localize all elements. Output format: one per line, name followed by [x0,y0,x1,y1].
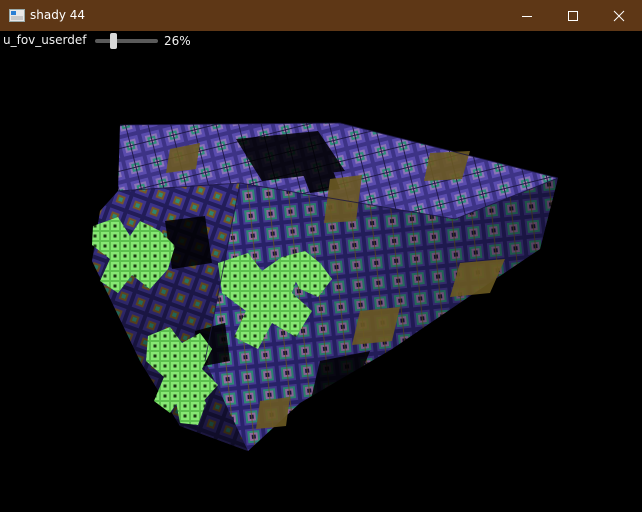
minimize-icon [522,15,532,17]
close-icon [613,10,625,21]
app-window: shady 44 u_fov_userdef 26% [0,0,642,512]
title-bar[interactable]: shady 44 [0,0,642,31]
app-window-icon [9,9,25,22]
fov-param-value: 26% [164,34,191,48]
maximize-icon [568,10,578,21]
fov-slider[interactable] [95,33,158,49]
close-button[interactable] [596,0,642,31]
fov-param-label: u_fov_userdef [3,33,87,47]
minimize-button[interactable] [504,0,550,31]
maximize-button[interactable] [550,0,596,31]
window-title: shady 44 [30,8,86,22]
render-viewport[interactable]: u_fov_userdef 26% [0,31,642,512]
fov-slider-thumb[interactable] [109,33,117,49]
fractal-render [92,122,559,451]
